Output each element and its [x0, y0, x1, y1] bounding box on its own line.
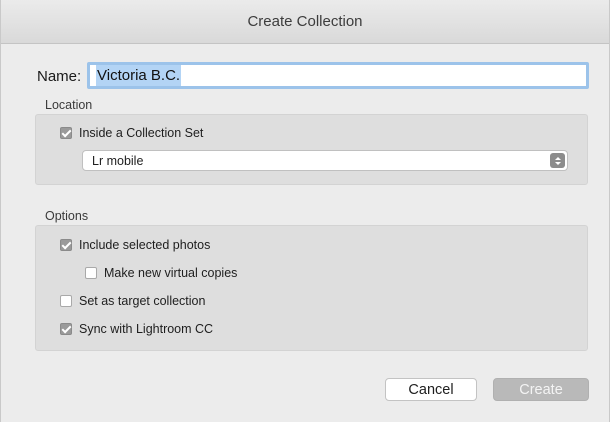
make-new-virtual-copies-label[interactable]: Make new virtual copies	[104, 266, 237, 280]
sync-with-lightroom-label[interactable]: Sync with Lightroom CC	[79, 322, 213, 336]
options-section-label: Options	[45, 209, 89, 223]
name-input[interactable]: Victoria B.C.	[87, 62, 589, 89]
set-as-target-collection-row[interactable]: Set as target collection	[60, 292, 205, 310]
collection-set-select-value: Lr mobile	[92, 153, 144, 168]
chevron-up-icon	[554, 156, 561, 160]
location-section-label: Location	[45, 98, 93, 112]
set-as-target-collection-label[interactable]: Set as target collection	[79, 294, 205, 308]
include-selected-photos-row[interactable]: Include selected photos	[60, 236, 210, 254]
set-as-target-collection-checkbox[interactable]	[60, 295, 72, 307]
sync-with-lightroom-checkbox[interactable]	[60, 323, 72, 335]
sync-with-lightroom-row[interactable]: Sync with Lightroom CC	[60, 320, 213, 338]
title-bar[interactable]: Create Collection	[1, 0, 609, 44]
name-row: Name:	[37, 62, 87, 90]
make-new-virtual-copies-row[interactable]: Make new virtual copies	[85, 264, 237, 282]
name-input-value: Victoria B.C.	[96, 65, 182, 86]
dialog-title: Create Collection	[247, 13, 363, 30]
create-button[interactable]: Create	[493, 378, 589, 401]
inside-collection-set-label[interactable]: Inside a Collection Set	[79, 126, 203, 140]
make-new-virtual-copies-checkbox[interactable]	[85, 267, 97, 279]
cancel-button[interactable]: Cancel	[385, 378, 477, 401]
select-stepper-icon[interactable]	[550, 153, 565, 168]
create-collection-dialog: Create Collection Name: Victoria B.C. Lo…	[0, 0, 610, 422]
inside-collection-set-row[interactable]: Inside a Collection Set	[60, 124, 203, 142]
inside-collection-set-checkbox[interactable]	[60, 127, 72, 139]
name-label: Name:	[37, 67, 82, 85]
collection-set-select[interactable]: Lr mobile	[82, 150, 568, 171]
include-selected-photos-label[interactable]: Include selected photos	[79, 238, 210, 252]
chevron-down-icon	[554, 161, 561, 165]
include-selected-photos-checkbox[interactable]	[60, 239, 72, 251]
